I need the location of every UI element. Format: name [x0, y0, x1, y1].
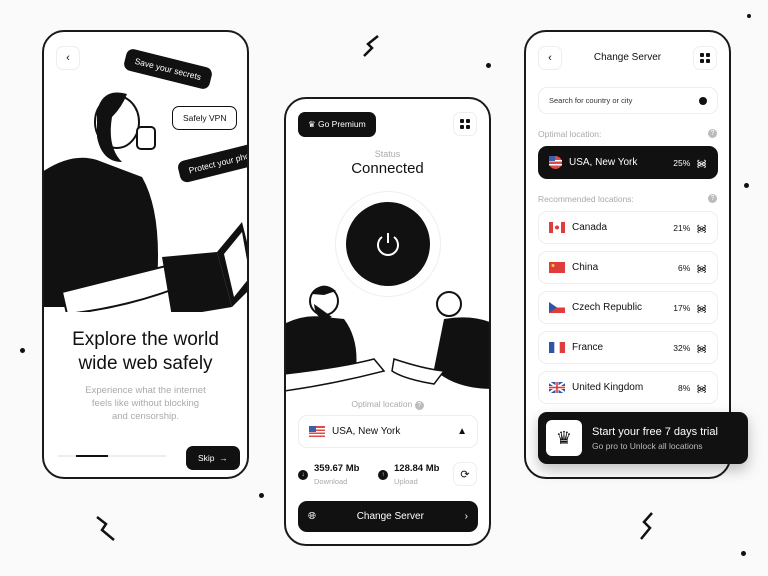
- dot-decoration: [259, 493, 264, 498]
- refresh-icon: ⟳: [460, 468, 470, 481]
- onboarding-screen: ‹ Save your secrets Safely VPN Protect y…: [42, 30, 249, 479]
- recommended-locations-label: Recommended locations:: [538, 194, 634, 204]
- server-item[interactable]: China 6% ᯼: [538, 251, 718, 284]
- wifi-icon: ᯼: [696, 343, 707, 355]
- onboarding-subtitle: and censorship.: [111, 411, 180, 422]
- wifi-icon: ᯼: [696, 303, 707, 315]
- fr-flag-icon: [549, 342, 565, 353]
- help-icon[interactable]: ?: [414, 401, 424, 410]
- tag-safely-vpn: Safely VPN: [172, 106, 238, 130]
- status-value: Connected: [351, 160, 424, 177]
- menu-button[interactable]: [693, 46, 717, 70]
- optimal-location-label: Optimal location:: [538, 129, 602, 139]
- upload-stat: ↑ 128.84 Mb Upload: [378, 463, 439, 486]
- onboarding-title: Explore the world: [72, 329, 219, 350]
- trial-title: Start your free 7 days trial: [592, 425, 718, 438]
- dot-decoration: [744, 183, 749, 188]
- server-item[interactable]: United Kingdom 8% ᯼: [538, 371, 718, 404]
- onboarding-subtitle: feels like without blocking: [91, 398, 200, 409]
- zigzag-decoration: [640, 512, 653, 540]
- optimal-location-selector[interactable]: USA, New York ▲: [298, 415, 478, 448]
- download-icon: ↓: [298, 469, 308, 480]
- menu-button[interactable]: [453, 112, 477, 136]
- zigzag-decoration: [363, 35, 379, 57]
- skip-button[interactable]: Skip →: [186, 446, 240, 470]
- onboarding-title: wide web safely: [78, 353, 213, 374]
- zigzag-decoration: [96, 516, 115, 541]
- home-screen: ♛ Go Premium Status Connected Optimal lo…: [284, 97, 491, 546]
- grid-icon: [700, 53, 710, 63]
- wifi-icon: ᯼: [696, 263, 707, 275]
- people-illustration: [286, 285, 489, 392]
- grid-icon: [460, 119, 470, 129]
- optimal-location-label: Optimal location: [351, 399, 413, 409]
- dot-decoration: [20, 348, 25, 353]
- gb-flag-icon: [549, 382, 565, 393]
- chevron-right-icon: ›: [464, 511, 468, 522]
- server-item[interactable]: France 32% ᯼: [538, 331, 718, 364]
- wifi-icon: ᯼: [696, 223, 707, 235]
- server-item[interactable]: Canada 21% ᯼: [538, 211, 718, 244]
- download-stat: ↓ 359.67 Mb Download: [298, 463, 359, 486]
- usa-flag-icon: [549, 156, 562, 169]
- status-label: Status: [374, 149, 401, 159]
- dot-decoration: [486, 63, 491, 68]
- dot-decoration: [741, 551, 746, 556]
- crown-icon: ♛: [308, 119, 318, 129]
- wifi-icon: ᯼: [696, 383, 707, 395]
- crown-icon: ♛: [546, 420, 582, 456]
- change-server-button[interactable]: 🌐︎ Change Server ›: [298, 501, 478, 532]
- help-icon[interactable]: ?: [708, 129, 717, 138]
- rocket-icon: ▲: [457, 426, 467, 437]
- power-icon: [377, 233, 399, 256]
- cn-flag-icon: [549, 262, 565, 273]
- refresh-button[interactable]: ⟳: [453, 462, 477, 486]
- trial-banner[interactable]: ♛ Start your free 7 days trial Go pro to…: [538, 412, 748, 464]
- arrow-right-icon: →: [216, 453, 228, 463]
- globe-icon: 🌐︎: [308, 511, 316, 522]
- server-item-optimal[interactable]: USA, New York 25% ᯼: [538, 146, 718, 179]
- server-item[interactable]: Czech Republic 17% ᯼: [538, 291, 718, 324]
- usa-flag-icon: [309, 426, 325, 437]
- power-button[interactable]: [346, 202, 430, 286]
- trial-subtitle: Go pro to Unlock all locations: [592, 440, 703, 451]
- ca-flag-icon: [549, 222, 565, 233]
- cz-flag-icon: [549, 302, 565, 313]
- onboarding-subtitle: Experience what the internet: [85, 385, 206, 396]
- back-button[interactable]: ‹: [56, 46, 80, 70]
- page-progress: [58, 455, 166, 457]
- search-icon: [699, 96, 707, 105]
- dot-decoration: [747, 14, 751, 18]
- upload-icon: ↑: [378, 469, 388, 480]
- go-premium-button[interactable]: ♛ Go Premium: [298, 112, 376, 137]
- help-icon[interactable]: ?: [708, 194, 717, 203]
- wifi-icon: ᯼: [696, 158, 707, 170]
- search-input[interactable]: Search for country or city: [538, 87, 718, 114]
